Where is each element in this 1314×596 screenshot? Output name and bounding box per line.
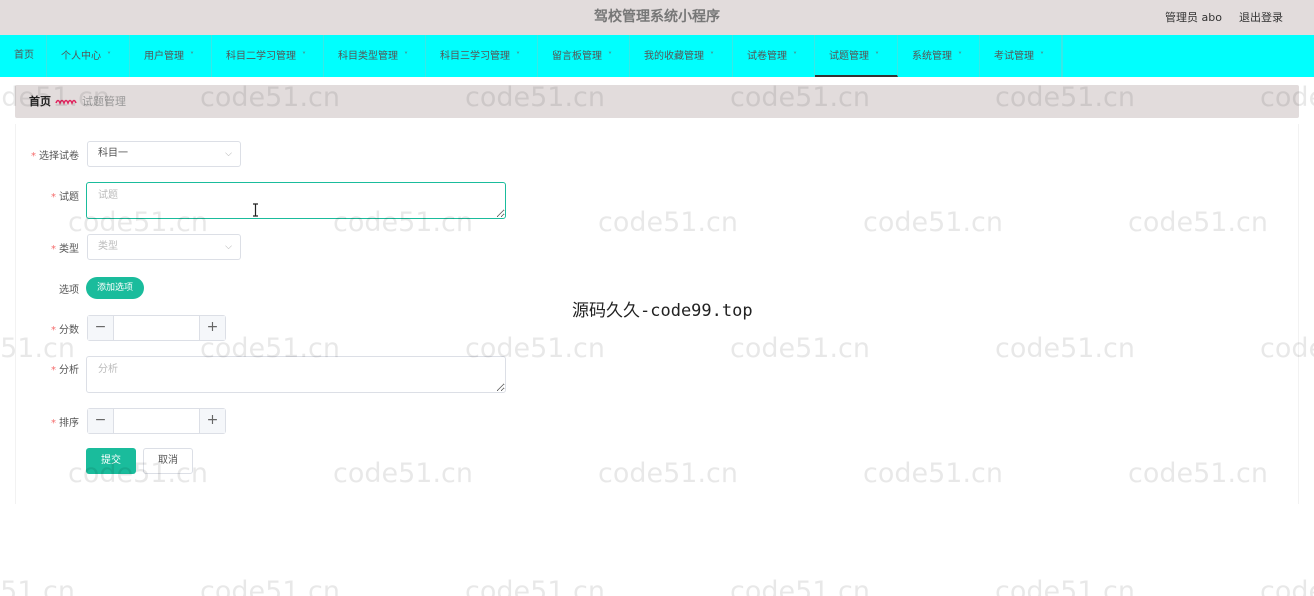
app-title: 驾校管理系统小程序 bbox=[594, 9, 720, 25]
minus-icon[interactable]: − bbox=[88, 316, 114, 340]
nav-item-label: 首页 bbox=[14, 50, 34, 61]
watermark: code51.cn bbox=[0, 576, 76, 596]
breadcrumb: 首页 试题管理 bbox=[15, 85, 1299, 118]
chevron-down-icon: ˅ bbox=[190, 51, 194, 60]
paper-select-value: 科目一 bbox=[98, 148, 128, 159]
nav-item-label: 科目三学习管理 bbox=[440, 51, 510, 62]
cancel-button[interactable]: 取消 bbox=[143, 448, 193, 474]
nav-item-exams[interactable]: 考试管理 ˅ bbox=[980, 35, 1062, 77]
nav-item-label: 系统管理 bbox=[912, 51, 952, 62]
minus-icon[interactable]: − bbox=[88, 409, 114, 433]
chevron-down-icon: ˅ bbox=[875, 51, 879, 60]
breadcrumb-home[interactable]: 首页 bbox=[29, 85, 51, 118]
type-label: * 类型 bbox=[51, 244, 79, 255]
nav-item-home[interactable]: 首页 bbox=[0, 35, 47, 77]
chevron-down-icon: ˅ bbox=[107, 51, 111, 60]
type-select-placeholder: 类型 bbox=[98, 241, 118, 252]
chevron-down-icon: ⌵ bbox=[225, 149, 232, 159]
chevron-down-icon: ˅ bbox=[302, 51, 306, 60]
score-label: * 分数 bbox=[51, 325, 79, 336]
nav-item-questions[interactable]: 试题管理 ˅ bbox=[815, 35, 898, 77]
sort-input[interactable] bbox=[114, 409, 199, 433]
nav-item-label: 科目类型管理 bbox=[338, 51, 398, 62]
paper-label: * 选择试卷 bbox=[31, 151, 79, 162]
question-label: * 试题 bbox=[51, 192, 79, 203]
chevron-down-icon: ⌵ bbox=[225, 242, 232, 252]
nav-item-label: 试卷管理 bbox=[747, 51, 787, 62]
nav-item-label: 我的收藏管理 bbox=[644, 51, 704, 62]
chevron-down-icon: ˅ bbox=[608, 51, 612, 60]
nav-item-label: 留言板管理 bbox=[552, 51, 602, 62]
analysis-textarea[interactable] bbox=[86, 356, 506, 393]
chevron-down-icon: ˅ bbox=[404, 51, 408, 60]
analysis-label: * 分析 bbox=[51, 365, 79, 376]
nav-item-subject-types[interactable]: 科目类型管理 ˅ bbox=[324, 35, 426, 77]
nav-item-favorites[interactable]: 我的收藏管理 ˅ bbox=[630, 35, 733, 77]
watermark: code51.cn bbox=[995, 576, 1136, 596]
chevron-down-icon: ˅ bbox=[516, 51, 520, 60]
nav-item-label: 试题管理 bbox=[829, 51, 869, 62]
nav-item-subject2[interactable]: 科目二学习管理 ˅ bbox=[212, 35, 324, 77]
current-user: 管理员 abo bbox=[1165, 11, 1222, 24]
nav-item-label: 个人中心 bbox=[61, 51, 101, 62]
nav-item-messages[interactable]: 留言板管理 ˅ bbox=[538, 35, 630, 77]
text-cursor-icon bbox=[253, 203, 258, 217]
logout-link[interactable]: 退出登录 bbox=[1239, 0, 1283, 35]
nav-divider bbox=[1062, 35, 1063, 77]
score-stepper[interactable]: − + bbox=[87, 315, 226, 341]
nav-item-label: 考试管理 bbox=[994, 51, 1034, 62]
breadcrumb-current: 试题管理 bbox=[82, 95, 126, 108]
nav-item-label: 用户管理 bbox=[144, 51, 184, 62]
options-label: 选项 bbox=[59, 285, 79, 296]
nav-item-profile[interactable]: 个人中心 ˅ bbox=[47, 35, 130, 77]
breadcrumb-separator-icon bbox=[55, 99, 77, 106]
center-watermark: 源码久久-code99.top bbox=[572, 301, 753, 321]
watermark: code51.cn bbox=[730, 576, 871, 596]
nav-item-users[interactable]: 用户管理 ˅ bbox=[130, 35, 212, 77]
watermark: code51.cn bbox=[1260, 576, 1314, 596]
nav-item-papers[interactable]: 试卷管理 ˅ bbox=[733, 35, 815, 77]
paper-select[interactable]: 科目一 ⌵ bbox=[87, 141, 241, 167]
add-option-button[interactable]: 添加选项 bbox=[86, 277, 145, 299]
plus-icon[interactable]: + bbox=[199, 316, 225, 340]
type-select[interactable]: 类型 ⌵ bbox=[87, 234, 241, 260]
score-input[interactable] bbox=[114, 316, 199, 340]
chevron-down-icon: ˅ bbox=[958, 51, 962, 60]
nav-item-system[interactable]: 系统管理 ˅ bbox=[898, 35, 980, 77]
submit-button[interactable]: 提交 bbox=[86, 448, 136, 474]
plus-icon[interactable]: + bbox=[199, 409, 225, 433]
main-nav: 首页 个人中心 ˅ 用户管理 ˅ 科目二学习管理 ˅ 科目类型管理 ˅ 科目三学习管理 ˅… bbox=[0, 35, 1314, 77]
nav-item-label: 科目二学习管理 bbox=[226, 51, 296, 62]
nav-item-subject3[interactable]: 科目三学习管理 ˅ bbox=[426, 35, 538, 77]
top-bar: 驾校管理系统小程序 管理员 abo 退出登录 bbox=[0, 0, 1314, 35]
chevron-down-icon: ˅ bbox=[1040, 51, 1044, 60]
watermark: code51.cn bbox=[465, 576, 606, 596]
chevron-down-icon: ˅ bbox=[710, 51, 714, 60]
watermark: code51.cn bbox=[200, 576, 341, 596]
sort-stepper[interactable]: − + bbox=[87, 408, 226, 434]
chevron-down-icon: ˅ bbox=[793, 51, 797, 60]
question-textarea[interactable] bbox=[86, 182, 506, 219]
sort-label: * 排序 bbox=[51, 418, 79, 429]
